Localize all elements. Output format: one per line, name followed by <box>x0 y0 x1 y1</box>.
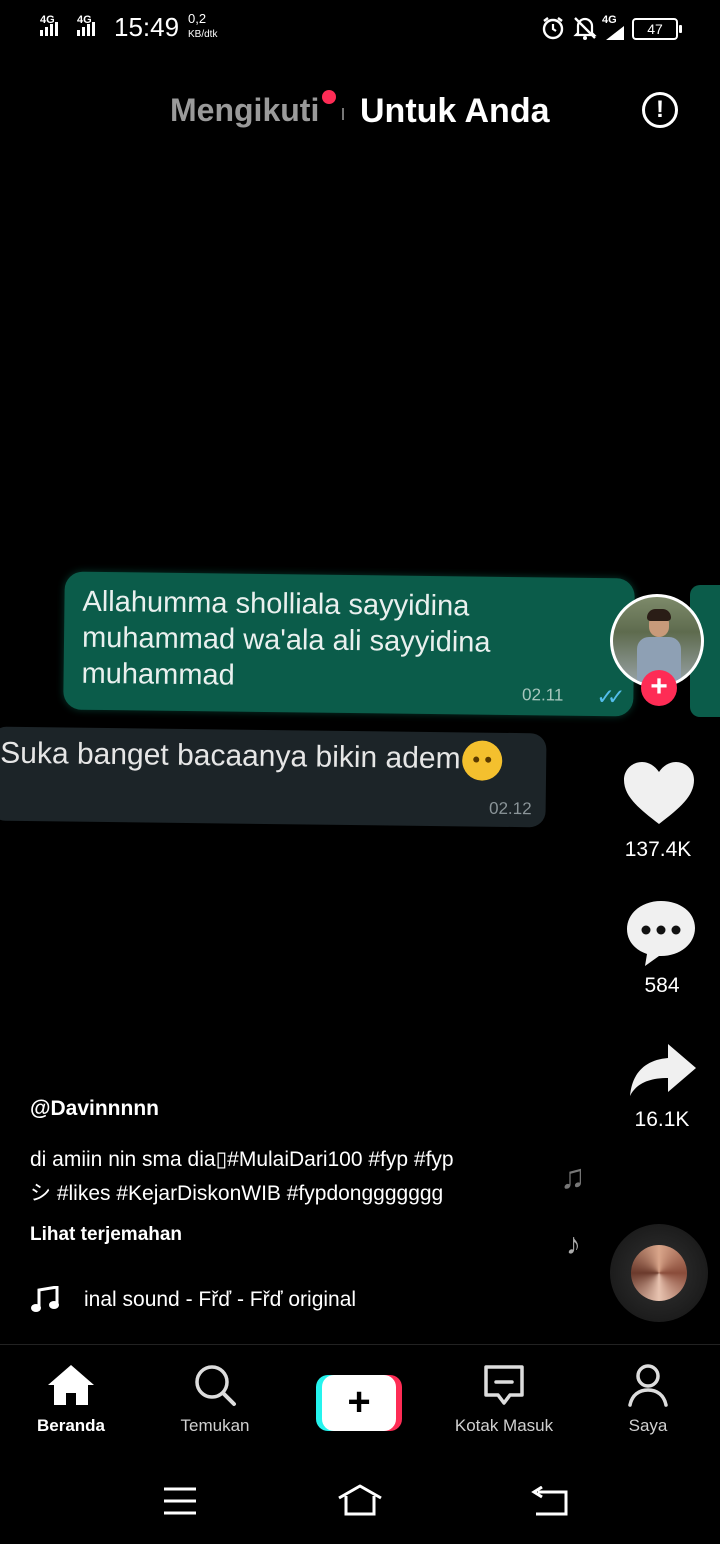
video-caption[interactable]: di amiin nin sma dia▯#MulaiDari100 #fyp … <box>30 1143 530 1211</box>
home-icon <box>48 1365 94 1405</box>
nav-home[interactable]: Beranda <box>1 1363 141 1436</box>
network-label-right: 4G <box>602 14 617 26</box>
chat-bubble-sent: Allahumma sholliala sayyidina muhammad w… <box>63 571 635 717</box>
nav-profile[interactable]: Saya <box>578 1363 718 1436</box>
search-icon <box>195 1365 236 1406</box>
like-heart-icon[interactable] <box>622 760 696 826</box>
tab-divider <box>342 108 344 120</box>
follow-button[interactable]: + <box>641 670 677 706</box>
nav-home-label: Beranda <box>36 1416 106 1435</box>
sound-disc-cover <box>631 1245 687 1301</box>
battery-level: 47 <box>647 21 663 37</box>
status-bar: 4G 4G 15:49 0,2 KB/dtk 4G 47 <box>0 0 720 56</box>
sound-row[interactable]: inal sound - Fřď - Fřď original <box>30 1286 356 1314</box>
share-count: 16.1K <box>634 1108 690 1131</box>
signal-bars-2-icon <box>77 22 95 36</box>
sound-title: inal sound - Fřď - Fřď original <box>84 1288 357 1311</box>
upside-down-face-emoji-icon <box>462 740 503 781</box>
bottom-nav: Beranda Temukan + Kotak Masuk Saya <box>0 1344 720 1455</box>
chat-bubble-received: Suka banget bacaanya bikin adem 02.12 <box>0 726 547 828</box>
floating-note-small-icon: ♪ <box>566 1228 581 1261</box>
notification-dot <box>322 90 336 104</box>
signal-bars-3-icon <box>606 26 624 40</box>
music-note-icon <box>31 1286 59 1312</box>
nav-profile-label: Saya <box>628 1416 668 1435</box>
double-check-icon: ✓✓ <box>596 684 618 710</box>
nav-discover-label: Temukan <box>180 1416 250 1435</box>
menu-icon[interactable] <box>162 1486 198 1516</box>
chat-bubble-received-time: 02.12 <box>488 798 532 819</box>
network-speed: 0,2 KB/dtk <box>188 11 217 43</box>
nav-inbox-label: Kotak Masuk <box>454 1416 554 1435</box>
share-arrow-icon[interactable] <box>628 1042 698 1098</box>
inbox-icon <box>484 1365 524 1405</box>
alarm-icon <box>542 17 564 40</box>
chat-bubble-received-line: Suka banget bacaanya bikin adem <box>0 735 503 781</box>
see-translation-link[interactable]: Lihat terjemahan <box>30 1224 182 1246</box>
tab-following[interactable]: Mengikuti <box>170 92 319 129</box>
clock: 15:49 <box>114 12 180 42</box>
comment-icon[interactable] <box>624 898 698 968</box>
chat-bubble-sent-text: Allahumma sholliala sayyidina muhammad w… <box>81 585 491 692</box>
plus-icon: + <box>322 1375 396 1431</box>
sound-disc[interactable] <box>610 1224 708 1322</box>
tab-for-you[interactable]: Untuk Anda <box>360 92 550 131</box>
chat-bubble-sent-time: 02.11 <box>521 685 564 705</box>
network-speed-value: 0,2 <box>188 11 207 26</box>
home-system-icon[interactable] <box>336 1482 384 1518</box>
signal-bars-1-icon <box>40 22 58 36</box>
create-button[interactable]: + <box>316 1375 402 1431</box>
avatar-figure-hair <box>647 609 671 621</box>
like-count: 137.4K <box>624 838 692 861</box>
mute-bell-icon <box>573 17 597 40</box>
back-icon[interactable] <box>530 1486 570 1518</box>
report-icon[interactable]: ! <box>642 92 678 128</box>
network-speed-unit: KB/dtk <box>188 29 218 40</box>
profile-icon <box>628 1364 668 1407</box>
chat-bubble-received-text: Suka banget bacaanya bikin adem <box>0 736 461 776</box>
battery-indicator: 47 <box>632 18 682 40</box>
floating-note-icon: ♫ <box>560 1158 586 1196</box>
nav-inbox[interactable]: Kotak Masuk <box>434 1363 574 1436</box>
comment-count: 584 <box>644 974 680 997</box>
nav-discover[interactable]: Temukan <box>145 1363 285 1436</box>
creator-username[interactable]: @Davinnnnn <box>30 1097 159 1121</box>
system-nav-bar <box>0 1460 720 1544</box>
